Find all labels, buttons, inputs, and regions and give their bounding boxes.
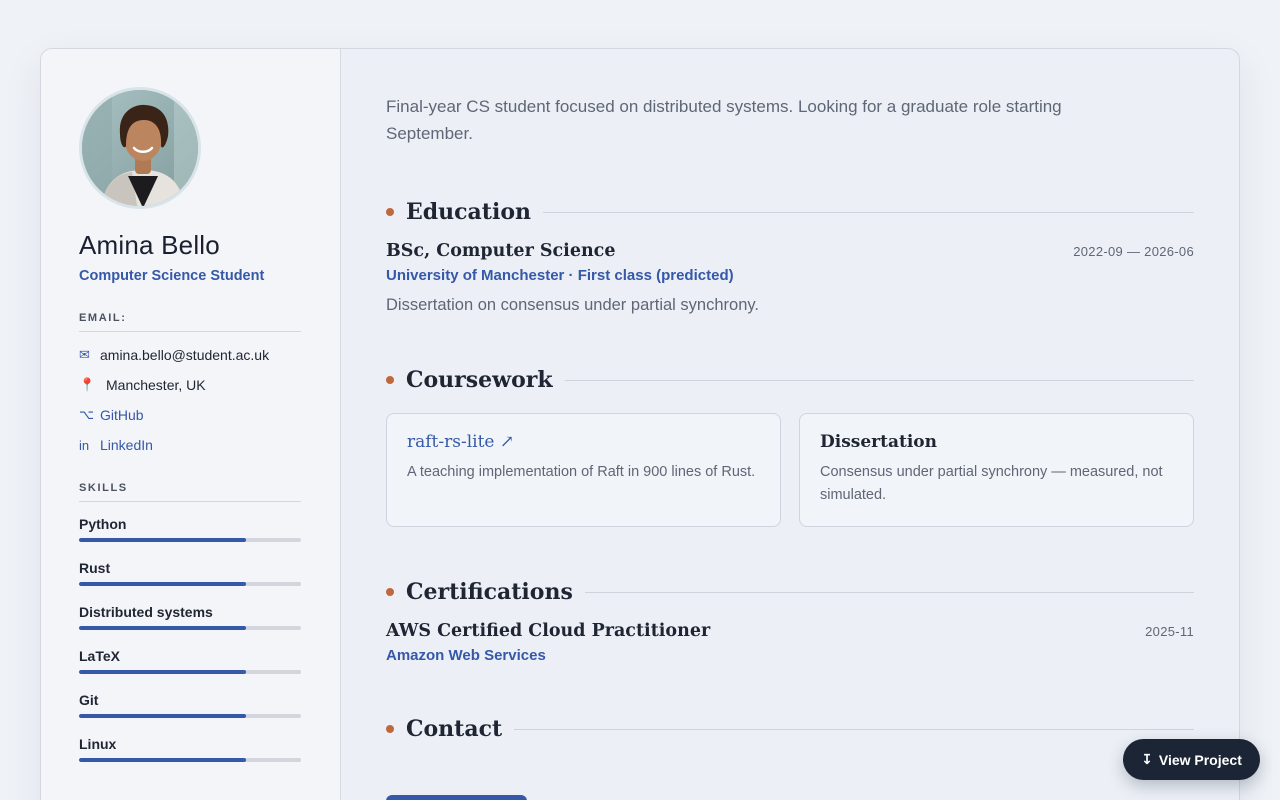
- education-entry-header: BSc, Computer Science 2022-09 — 2026-06: [386, 241, 1194, 261]
- section-divider: [543, 211, 1194, 213]
- coursework-link[interactable]: raft-rs-lite ↗: [407, 432, 760, 452]
- education-section: Education BSc, Computer Science 2022-09 …: [386, 197, 1194, 315]
- contact-email[interactable]: ✉ amina.bello@student.ac.uk: [79, 340, 302, 370]
- skill-item: Git: [79, 688, 302, 732]
- profile-name: Amina Bello: [79, 230, 220, 260]
- view-project-label: View Project: [1158, 751, 1242, 768]
- skill-level-fill: [79, 538, 246, 542]
- section-header: Coursework: [386, 365, 1194, 395]
- skill-level-fill: [79, 758, 246, 762]
- section-header: Contact: [386, 714, 1194, 744]
- skill-item: Distributed systems: [79, 600, 302, 644]
- skill-item: Rust: [79, 556, 302, 600]
- skill-label: Git: [79, 692, 99, 708]
- institution: University of Manchester · First class (…: [386, 267, 734, 284]
- contact-github[interactable]: ⌥ GitHub: [79, 400, 302, 430]
- email-heading: EMAIL:: [79, 312, 301, 332]
- education-description: Dissertation on consensus under partial …: [386, 296, 759, 314]
- github-icon: ⌥: [79, 407, 94, 422]
- sidebar: Amina Bello Computer Science Student EMA…: [41, 49, 341, 800]
- certification-issuer: Amazon Web Services: [386, 647, 546, 664]
- section-title: Contact: [406, 716, 503, 742]
- skill-label: Python: [79, 516, 127, 532]
- section-title: Certifications: [406, 579, 573, 605]
- download-arrow-icon: ↧: [1141, 751, 1153, 767]
- resume-card: Amina Bello Computer Science Student EMA…: [40, 48, 1240, 800]
- skill-level-fill: [79, 582, 246, 586]
- section-title: Coursework: [406, 367, 553, 393]
- skill-level-bar: [79, 758, 301, 762]
- section-dot: [386, 588, 394, 596]
- section-dot: [386, 725, 394, 733]
- coursework-card: Dissertation Consensus under partial syn…: [799, 413, 1194, 527]
- certification-title: AWS Certified Cloud Practitioner: [386, 621, 711, 641]
- section-divider: [514, 728, 1194, 730]
- degree-title: BSc, Computer Science: [386, 241, 616, 261]
- coursework-description: Consensus under partial synchrony — meas…: [820, 464, 1163, 503]
- skill-level-fill: [79, 670, 246, 674]
- skill-label: Distributed systems: [79, 604, 213, 620]
- skill-level-bar: [79, 538, 301, 542]
- section-divider: [564, 379, 1194, 381]
- portrait-image: [82, 90, 198, 206]
- certification-entry-header: AWS Certified Cloud Practitioner 2025-11: [386, 621, 1194, 641]
- coursework-title: Dissertation: [820, 432, 937, 452]
- skill-item: Python: [79, 512, 302, 556]
- skill-level-bar: [79, 626, 301, 630]
- contact-button[interactable]: [386, 795, 527, 800]
- certification-date: 2025-11: [1145, 624, 1194, 639]
- email-text: amina.bello@student.ac.uk: [100, 347, 270, 363]
- linkedin-icon: in: [79, 437, 90, 453]
- education-dates: 2022-09 — 2026-06: [1073, 244, 1194, 259]
- skill-level-fill: [79, 626, 246, 630]
- contact-location: 📍 Manchester, UK: [79, 370, 302, 400]
- profile-role: Computer Science Student: [79, 268, 265, 284]
- coursework-cards: raft-rs-lite ↗ A teaching implementation…: [386, 413, 1194, 527]
- coursework-section: Coursework raft-rs-lite ↗ A teaching imp…: [386, 365, 1194, 527]
- skill-label: Rust: [79, 560, 111, 576]
- skill-label: LaTeX: [79, 648, 120, 664]
- section-dot: [386, 376, 394, 384]
- skill-level-bar: [79, 670, 301, 674]
- skill-level-bar: [79, 582, 301, 586]
- location-text: Manchester, UK: [106, 377, 206, 393]
- section-title: Education: [406, 199, 531, 225]
- main-content: Final-year CS student focused on distrib…: [341, 49, 1239, 800]
- linkedin-link[interactable]: LinkedIn: [100, 437, 153, 453]
- skill-item: Linux: [79, 732, 302, 776]
- coursework-description: A teaching implementation of Raft in 900…: [407, 464, 756, 480]
- skills-list: Python Rust Distributed systems LaTeX Git Lin…: [79, 512, 302, 776]
- skill-level-bar: [79, 714, 301, 718]
- skill-label: Linux: [79, 736, 117, 752]
- section-dot: [386, 208, 394, 216]
- view-project-button[interactable]: ↧ View Project: [1123, 739, 1260, 780]
- contact-linkedin[interactable]: in LinkedIn: [79, 430, 302, 460]
- envelope-icon: ✉: [79, 347, 90, 362]
- skill-level-fill: [79, 714, 246, 718]
- section-divider: [584, 591, 1194, 593]
- certifications-section: Certifications AWS Certified Cloud Pract…: [386, 577, 1194, 664]
- skill-item: LaTeX: [79, 644, 302, 688]
- github-link[interactable]: GitHub: [100, 407, 144, 423]
- skills-heading: SKILLS: [79, 482, 301, 502]
- location-pin-icon: 📍: [79, 377, 96, 392]
- section-header: Certifications: [386, 577, 1194, 607]
- contact-list: ✉ amina.bello@student.ac.uk 📍 Manchester…: [79, 340, 302, 460]
- avatar: [79, 87, 201, 209]
- contact-section: Contact: [386, 714, 1194, 744]
- coursework-card[interactable]: raft-rs-lite ↗ A teaching implementation…: [386, 413, 781, 527]
- summary: Final-year CS student focused on distrib…: [386, 97, 1062, 143]
- section-header: Education: [386, 197, 1194, 227]
